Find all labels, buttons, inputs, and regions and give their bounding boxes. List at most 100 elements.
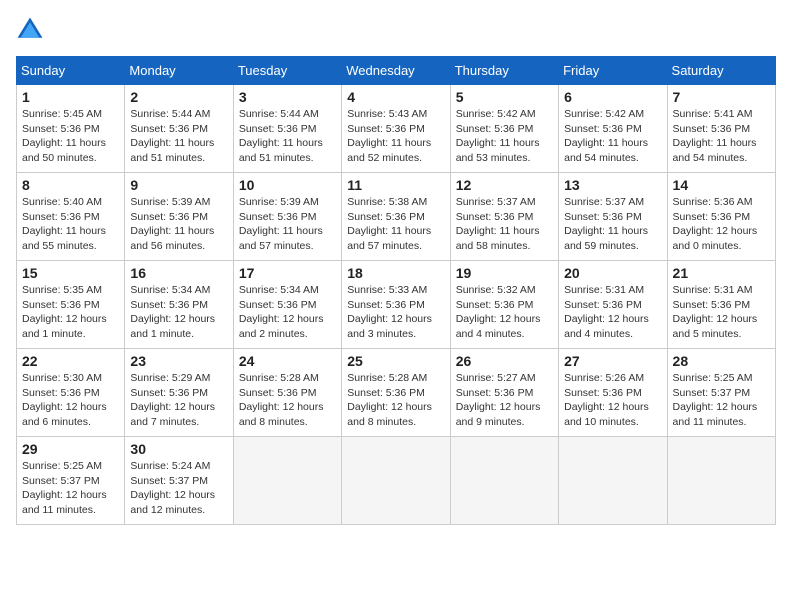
day-number: 11 [347,177,444,193]
day-info: Sunrise: 5:25 AMSunset: 5:37 PMDaylight:… [673,371,770,430]
day-info: Sunrise: 5:33 AMSunset: 5:36 PMDaylight:… [347,283,444,342]
day-info: Sunrise: 5:34 AMSunset: 5:36 PMDaylight:… [239,283,336,342]
day-info: Sunrise: 5:25 AMSunset: 5:37 PMDaylight:… [22,459,119,518]
day-info: Sunrise: 5:24 AMSunset: 5:37 PMDaylight:… [130,459,227,518]
page-header [16,16,776,44]
calendar-cell: 30 Sunrise: 5:24 AMSunset: 5:37 PMDayligh… [125,437,233,525]
calendar-cell: 11 Sunrise: 5:38 AMSunset: 5:36 PMDayligh… [342,173,450,261]
calendar-header-friday: Friday [559,57,667,85]
day-number: 20 [564,265,661,281]
calendar-week-5: 29Sunrise: 5:25 AMSunset: 5:37 PMDayligh… [17,437,776,525]
day-info: Sunrise: 5:29 AMSunset: 5:36 PMDaylight:… [130,371,227,430]
day-number: 8 [22,177,119,193]
calendar-cell: 8 Sunrise: 5:40 AMSunset: 5:36 PMDaylight… [17,173,125,261]
calendar-cell: 20 Sunrise: 5:31 AMSunset: 5:36 PMDayligh… [559,261,667,349]
day-info: Sunrise: 5:38 AMSunset: 5:36 PMDaylight:… [347,195,444,254]
logo [16,16,48,44]
calendar-cell: 23 Sunrise: 5:29 AMSunset: 5:36 PMDayligh… [125,349,233,437]
calendar-cell: 6 Sunrise: 5:42 AMSunset: 5:36 PMDaylight… [559,85,667,173]
day-number: 26 [456,353,553,369]
day-info: Sunrise: 5:28 AMSunset: 5:36 PMDaylight:… [347,371,444,430]
day-number: 14 [673,177,770,193]
day-info: Sunrise: 5:40 AMSunset: 5:36 PMDaylight:… [22,195,119,254]
calendar-week-3: 15Sunrise: 5:35 AMSunset: 5:36 PMDayligh… [17,261,776,349]
calendar-cell: 15Sunrise: 5:35 AMSunset: 5:36 PMDayligh… [17,261,125,349]
calendar-cell [342,437,450,525]
day-number: 6 [564,89,661,105]
day-number: 3 [239,89,336,105]
logo-icon [16,16,44,44]
calendar-header-monday: Monday [125,57,233,85]
day-info: Sunrise: 5:31 AMSunset: 5:36 PMDaylight:… [564,283,661,342]
day-number: 13 [564,177,661,193]
day-number: 5 [456,89,553,105]
calendar-week-1: 1 Sunrise: 5:45 AMSunset: 5:36 PMDaylight… [17,85,776,173]
calendar-cell: 10 Sunrise: 5:39 AMSunset: 5:36 PMDayligh… [233,173,341,261]
day-number: 10 [239,177,336,193]
calendar-header-row: SundayMondayTuesdayWednesdayThursdayFrid… [17,57,776,85]
calendar-cell [450,437,558,525]
calendar-cell: 19 Sunrise: 5:32 AMSunset: 5:36 PMDayligh… [450,261,558,349]
day-info: Sunrise: 5:31 AMSunset: 5:36 PMDaylight:… [673,283,770,342]
calendar-table: SundayMondayTuesdayWednesdayThursdayFrid… [16,56,776,525]
calendar-cell [233,437,341,525]
calendar-cell: 17 Sunrise: 5:34 AMSunset: 5:36 PMDayligh… [233,261,341,349]
calendar-week-4: 22 Sunrise: 5:30 AMSunset: 5:36 PMDayligh… [17,349,776,437]
calendar-cell: 14 Sunrise: 5:36 AMSunset: 5:36 PMDayligh… [667,173,775,261]
day-info: Sunrise: 5:42 AMSunset: 5:36 PMDaylight:… [564,107,661,166]
day-info: Sunrise: 5:45 AMSunset: 5:36 PMDaylight:… [22,107,119,166]
day-info: Sunrise: 5:34 AMSunset: 5:36 PMDaylight:… [130,283,227,342]
day-number: 1 [22,89,119,105]
calendar-cell [559,437,667,525]
calendar-header-tuesday: Tuesday [233,57,341,85]
day-info: Sunrise: 5:39 AMSunset: 5:36 PMDaylight:… [239,195,336,254]
calendar-cell: 18 Sunrise: 5:33 AMSunset: 5:36 PMDayligh… [342,261,450,349]
calendar-header-saturday: Saturday [667,57,775,85]
day-number: 16 [130,265,227,281]
calendar-week-2: 8 Sunrise: 5:40 AMSunset: 5:36 PMDaylight… [17,173,776,261]
day-info: Sunrise: 5:30 AMSunset: 5:36 PMDaylight:… [22,371,119,430]
day-number: 12 [456,177,553,193]
day-info: Sunrise: 5:27 AMSunset: 5:36 PMDaylight:… [456,371,553,430]
day-number: 18 [347,265,444,281]
calendar-cell: 21Sunrise: 5:31 AMSunset: 5:36 PMDayligh… [667,261,775,349]
calendar-cell: 12 Sunrise: 5:37 AMSunset: 5:36 PMDayligh… [450,173,558,261]
day-info: Sunrise: 5:36 AMSunset: 5:36 PMDaylight:… [673,195,770,254]
day-info: Sunrise: 5:37 AMSunset: 5:36 PMDaylight:… [564,195,661,254]
calendar-cell: 9Sunrise: 5:39 AMSunset: 5:36 PMDaylight… [125,173,233,261]
day-number: 19 [456,265,553,281]
calendar-header-thursday: Thursday [450,57,558,85]
calendar-cell: 24 Sunrise: 5:28 AMSunset: 5:36 PMDayligh… [233,349,341,437]
day-number: 27 [564,353,661,369]
calendar-cell: 28 Sunrise: 5:25 AMSunset: 5:37 PMDayligh… [667,349,775,437]
calendar-cell: 16 Sunrise: 5:34 AMSunset: 5:36 PMDayligh… [125,261,233,349]
day-number: 2 [130,89,227,105]
day-number: 22 [22,353,119,369]
calendar-cell: 29Sunrise: 5:25 AMSunset: 5:37 PMDayligh… [17,437,125,525]
day-info: Sunrise: 5:28 AMSunset: 5:36 PMDaylight:… [239,371,336,430]
day-info: Sunrise: 5:32 AMSunset: 5:36 PMDaylight:… [456,283,553,342]
calendar-cell: 3 Sunrise: 5:44 AMSunset: 5:36 PMDaylight… [233,85,341,173]
calendar-cell: 13 Sunrise: 5:37 AMSunset: 5:36 PMDayligh… [559,173,667,261]
day-number: 7 [673,89,770,105]
calendar-cell: 1 Sunrise: 5:45 AMSunset: 5:36 PMDaylight… [17,85,125,173]
day-number: 30 [130,441,227,457]
day-info: Sunrise: 5:44 AMSunset: 5:36 PMDaylight:… [239,107,336,166]
day-info: Sunrise: 5:26 AMSunset: 5:36 PMDaylight:… [564,371,661,430]
calendar-header-wednesday: Wednesday [342,57,450,85]
day-number: 24 [239,353,336,369]
calendar-cell: 22 Sunrise: 5:30 AMSunset: 5:36 PMDayligh… [17,349,125,437]
day-info: Sunrise: 5:42 AMSunset: 5:36 PMDaylight:… [456,107,553,166]
day-number: 15 [22,265,119,281]
day-number: 23 [130,353,227,369]
calendar-cell: 26 Sunrise: 5:27 AMSunset: 5:36 PMDayligh… [450,349,558,437]
day-number: 28 [673,353,770,369]
day-info: Sunrise: 5:39 AMSunset: 5:36 PMDaylight:… [130,195,227,254]
day-number: 4 [347,89,444,105]
calendar-cell: 4 Sunrise: 5:43 AMSunset: 5:36 PMDaylight… [342,85,450,173]
day-number: 25 [347,353,444,369]
day-info: Sunrise: 5:44 AMSunset: 5:36 PMDaylight:… [130,107,227,166]
day-number: 17 [239,265,336,281]
day-info: Sunrise: 5:43 AMSunset: 5:36 PMDaylight:… [347,107,444,166]
day-info: Sunrise: 5:37 AMSunset: 5:36 PMDaylight:… [456,195,553,254]
